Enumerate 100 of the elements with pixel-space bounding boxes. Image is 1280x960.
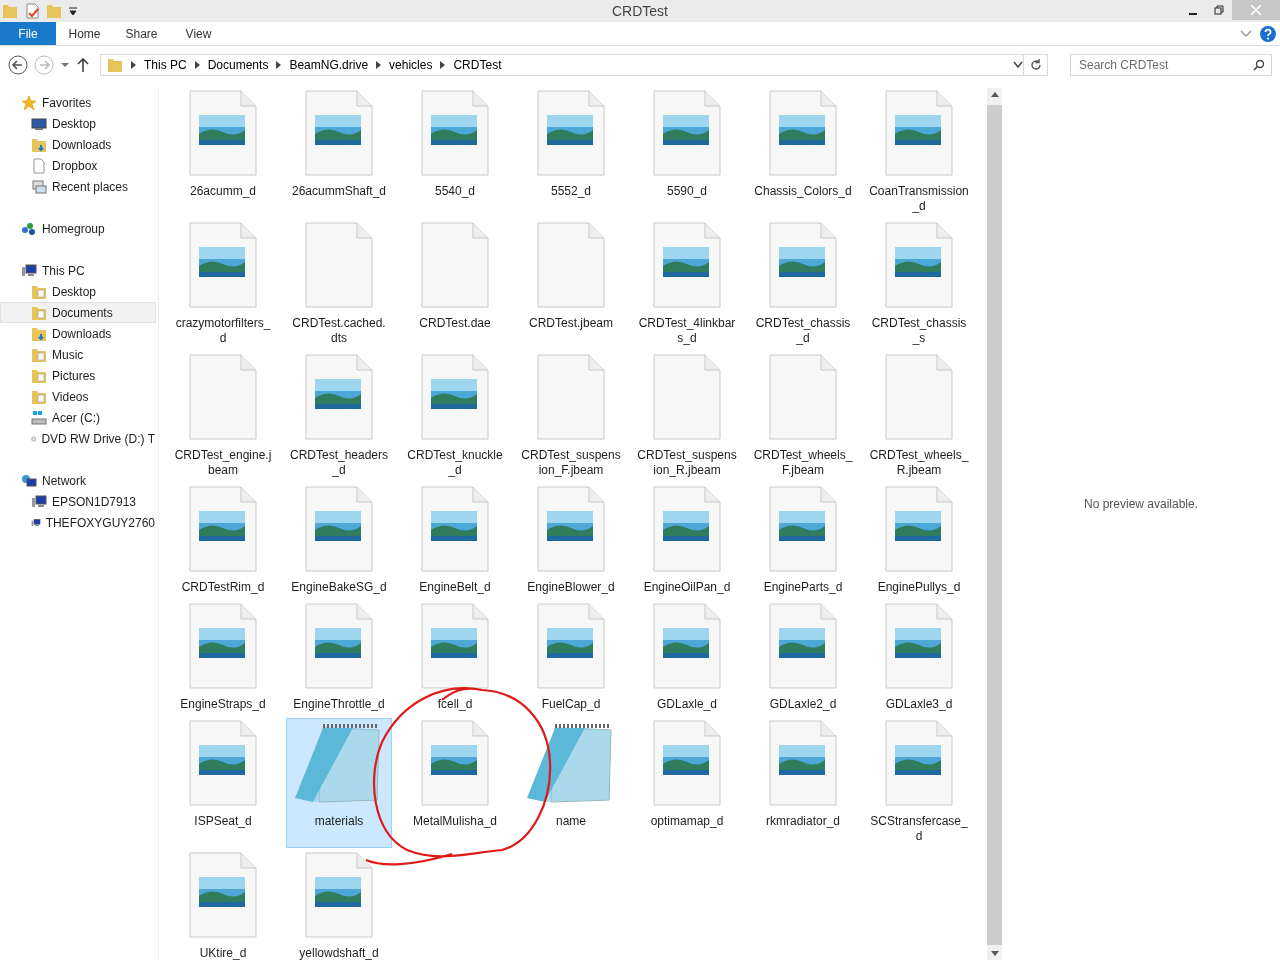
nav-item[interactable]: DVD RW Drive (D:) T [0, 428, 156, 449]
file-item[interactable]: CRDTest.cached.dts [286, 220, 392, 350]
file-item[interactable]: optimamap_d [634, 718, 740, 848]
folder-icon [31, 388, 47, 405]
folder-icon [31, 136, 47, 153]
file-item[interactable]: 26acummShaft_d [286, 88, 392, 218]
breadcrumb[interactable]: BeamNG.drive [289, 58, 369, 72]
address-bar[interactable]: This PC Documents BeamNG.drive vehicles CRDTest [100, 54, 1048, 76]
nav-item[interactable]: Videos [0, 386, 156, 407]
file-item[interactable]: FuelCap_d [518, 601, 624, 716]
file-item[interactable]: UKtire_d [170, 850, 276, 960]
new-folder-icon [46, 3, 62, 19]
customize-toolbar-icon[interactable] [68, 6, 78, 16]
nav-item[interactable]: EPSON1D7913 [0, 491, 156, 512]
file-item[interactable]: CoanTransmission_d [866, 88, 972, 218]
nav-group[interactable]: This PC [0, 260, 156, 281]
file-item[interactable]: CRDTest.dae [402, 220, 508, 350]
nav-item[interactable]: Desktop [0, 113, 156, 134]
window-title: CRDTest [611, 3, 669, 19]
file-item[interactable]: EnginePullys_d [866, 484, 972, 599]
file-item[interactable]: EngineBakeSG_d [286, 484, 392, 599]
breadcrumb[interactable]: Documents [207, 58, 269, 72]
file-item[interactable]: rkmradiator_d [750, 718, 856, 848]
file-item[interactable]: MetalMulisha_d [402, 718, 508, 848]
file-item[interactable]: CRDTest_4linkbars_d [634, 220, 740, 350]
nav-group[interactable]: Homegroup [0, 218, 156, 239]
up-button[interactable] [76, 57, 90, 73]
image-file-icon [189, 90, 257, 176]
file-item[interactable]: 26acumm_d [170, 88, 276, 218]
file-item[interactable]: CRDTest.jbeam [518, 220, 624, 350]
search-icon [1253, 59, 1265, 71]
nav-item[interactable]: Downloads [0, 134, 156, 155]
blank-file-icon [769, 354, 837, 440]
address-dropdown-icon[interactable] [1013, 61, 1023, 69]
computer-icon [31, 493, 47, 510]
file-item[interactable]: CRDTest_headers_d [286, 352, 392, 482]
recent-places-icon [31, 178, 47, 195]
file-item[interactable]: EngineStraps_d [170, 601, 276, 716]
image-file-icon [305, 354, 373, 440]
nav-item[interactable]: Music [0, 344, 156, 365]
file-item[interactable]: CRDTest_wheels_R.jbeam [866, 352, 972, 482]
nav-group[interactable]: Favorites [0, 92, 156, 113]
breadcrumb[interactable]: vehicles [389, 58, 433, 72]
file-item[interactable]: GDLaxle3_d [866, 601, 972, 716]
file-item[interactable]: yellowdshaft_d [286, 850, 392, 960]
nav-item[interactable]: Dropbox [0, 155, 156, 176]
file-item[interactable]: fcell_d [402, 601, 508, 716]
file-item[interactable]: name [518, 718, 624, 848]
file-item[interactable]: 5540_d [402, 88, 508, 218]
file-item[interactable]: CRDTest_chassis_s [866, 220, 972, 350]
file-item[interactable]: EngineThrottle_d [286, 601, 392, 716]
nav-item[interactable]: Acer (C:) [0, 407, 156, 428]
file-item[interactable]: Chassis_Colors_d [750, 88, 856, 218]
breadcrumb[interactable]: CRDTest [453, 58, 502, 72]
recent-locations-icon[interactable] [60, 62, 70, 68]
breadcrumb[interactable]: This PC [144, 58, 187, 72]
nav-item[interactable]: Recent places [0, 176, 156, 197]
expand-ribbon-icon[interactable] [1240, 29, 1252, 38]
file-item[interactable]: CRDTest_wheels_F.jbeam [750, 352, 856, 482]
file-item[interactable]: 5552_d [518, 88, 624, 218]
page-icon [31, 157, 47, 174]
file-item[interactable]: SCStransfercase_d [866, 718, 972, 848]
file-item[interactable]: CRDTest_engine.jbeam [170, 352, 276, 482]
back-button[interactable] [8, 55, 28, 75]
image-file-icon [769, 90, 837, 176]
file-item[interactable]: EngineBelt_d [402, 484, 508, 599]
file-item[interactable]: CRDTest_chassis_d [750, 220, 856, 350]
image-file-icon [421, 486, 489, 572]
chevron-icon [276, 61, 282, 69]
chevron-icon [440, 61, 446, 69]
image-file-icon [885, 720, 953, 806]
refresh-icon [1029, 59, 1042, 71]
nav-item[interactable]: Desktop [0, 281, 156, 302]
ribbon-tab[interactable]: File [0, 22, 56, 45]
image-file-icon [305, 486, 373, 572]
nav-item[interactable]: Downloads [0, 323, 156, 344]
file-item[interactable]: CRDTest_suspension_R.jbeam [634, 352, 740, 482]
file-item[interactable]: materials [286, 718, 392, 848]
nav-item[interactable]: Pictures [0, 365, 156, 386]
nav-group[interactable]: Network [0, 470, 156, 491]
file-item[interactable]: CRDTest_knuckle_d [402, 352, 508, 482]
image-file-icon [885, 486, 953, 572]
file-item[interactable]: CRDTest_suspension_F.jbeam [518, 352, 624, 482]
file-item[interactable]: GDLaxle_d [634, 601, 740, 716]
nav-item[interactable]: Documents [0, 302, 156, 323]
help-icon[interactable] [1260, 25, 1276, 42]
network-icon [21, 472, 37, 489]
file-item[interactable]: crazymotorfilters_d [170, 220, 276, 350]
file-item[interactable]: ISPSeat_d [170, 718, 276, 848]
file-item[interactable]: EngineBlower_d [518, 484, 624, 599]
file-item[interactable]: CRDTestRim_d [170, 484, 276, 599]
search-field[interactable]: Search CRDTest [1070, 54, 1272, 76]
scroll-down-icon [990, 951, 999, 956]
file-item[interactable]: 5590_d [634, 88, 740, 218]
blank-file-icon [421, 222, 489, 308]
file-item[interactable]: GDLaxle2_d [750, 601, 856, 716]
nav-item[interactable]: THEFOXYGUY2760 [0, 512, 156, 533]
file-item[interactable]: EngineParts_d [750, 484, 856, 599]
blank-file-icon [537, 354, 605, 440]
file-item[interactable]: EngineOilPan_d [634, 484, 740, 599]
